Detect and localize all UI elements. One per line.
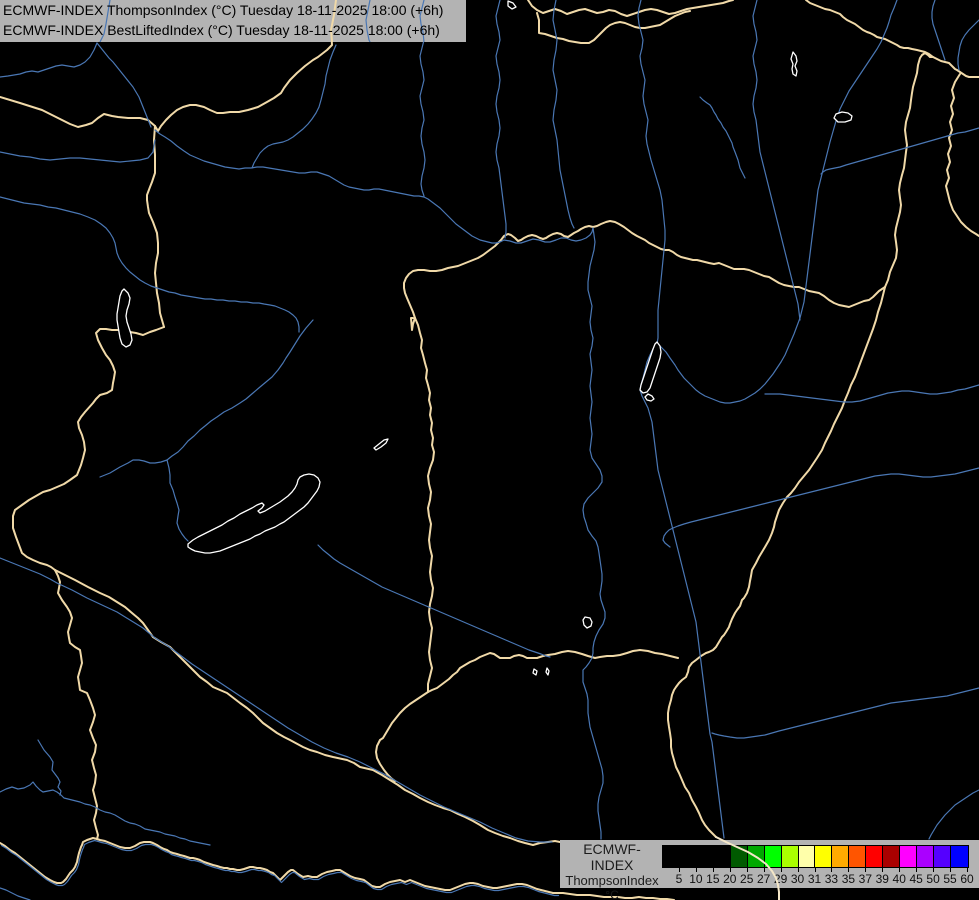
- country-border-path: [528, 0, 733, 16]
- river-path: [821, 128, 979, 174]
- river-path: [0, 43, 97, 77]
- small-lake-outline: [791, 52, 797, 76]
- color-cell: [714, 846, 731, 867]
- country-border-path: [668, 287, 885, 837]
- river-path: [318, 545, 550, 657]
- river-path: [0, 558, 552, 842]
- rivers: [0, 0, 979, 900]
- lake-tisza: [640, 342, 661, 393]
- color-cell: [866, 846, 883, 867]
- lake-neusiedl: [117, 289, 132, 347]
- river-path: [504, 228, 593, 243]
- legend-panel: ECMWF-INDEX ThompsonIndex °C 51015202527…: [560, 840, 979, 888]
- color-cell: [799, 846, 816, 867]
- color-cell: [849, 846, 866, 867]
- river-path: [932, 0, 945, 60]
- country-border-path: [404, 221, 885, 318]
- map-title: ECMWF-INDEX ThompsonIndex (°C) Tuesday 1…: [3, 1, 443, 40]
- small-lake-outline: [374, 439, 388, 450]
- color-cell: [951, 846, 968, 867]
- color-cell: [883, 846, 900, 867]
- color-cell: [815, 846, 832, 867]
- weather-map-screen: ECMWF-INDEX ThompsonIndex (°C) Tuesday 1…: [0, 0, 979, 900]
- color-cell: [900, 846, 917, 867]
- river-path: [958, 20, 979, 70]
- color-cell: [748, 846, 765, 867]
- color-cell: [765, 846, 782, 867]
- small-lake-outline: [645, 394, 654, 401]
- color-cell: [663, 846, 680, 867]
- legend-labels: ECMWF-INDEX ThompsonIndex °C: [562, 841, 662, 900]
- river-path: [700, 97, 745, 178]
- river-path: [38, 740, 61, 795]
- small-lake-outline: [533, 669, 537, 675]
- legend-subtitle: ThompsonIndex: [562, 873, 662, 888]
- country-border-path: [55, 570, 98, 839]
- country-border-path: [411, 318, 434, 692]
- river-path: [753, 0, 800, 320]
- river-path: [167, 460, 188, 541]
- color-scale: [662, 845, 969, 868]
- river-path: [583, 228, 605, 839]
- country-border-path: [376, 650, 678, 781]
- color-cell: [697, 846, 714, 867]
- legend-overlay-line: [0, 0, 979, 900]
- river-path: [496, 0, 506, 238]
- river-path: [640, 344, 724, 838]
- color-cell: [731, 846, 748, 867]
- weather-map: [0, 0, 979, 900]
- country-border-path: [147, 126, 164, 327]
- river-path: [252, 45, 336, 168]
- river-path: [657, 0, 897, 403]
- color-cell: [680, 846, 697, 867]
- river-path: [765, 385, 979, 402]
- river-path: [2, 841, 559, 896]
- small-lake-outline: [583, 617, 592, 628]
- title-line-1: ECMWF-INDEX ThompsonIndex (°C) Tuesday 1…: [3, 1, 443, 21]
- river-path: [0, 782, 210, 845]
- river-path: [929, 790, 979, 839]
- river-path: [0, 197, 299, 332]
- title-line-2: ECMWF-INDEX BestLiftedIndex (°C) Tuesday…: [3, 21, 443, 41]
- scale-tick-label: 60: [954, 872, 979, 886]
- river-path: [100, 320, 313, 477]
- river-path: [663, 468, 979, 547]
- color-cell: [832, 846, 849, 867]
- small-lake-outline: [546, 668, 549, 675]
- country-border-path: [537, 11, 690, 43]
- river-path: [0, 888, 30, 900]
- country-border-path: [0, 838, 557, 893]
- country-border-path: [0, 97, 155, 127]
- color-cell: [934, 846, 951, 867]
- legend-title: ECMWF-INDEX: [562, 841, 662, 873]
- river-path: [553, 0, 574, 228]
- country-border-path: [55, 570, 560, 845]
- country-border-path: [946, 74, 979, 236]
- river-path: [155, 130, 504, 243]
- small-lake-outline: [508, 1, 516, 9]
- country-border-path: [806, 0, 979, 77]
- lakes: [117, 1, 852, 675]
- lake-balaton: [188, 474, 320, 553]
- country-border-path: [885, 53, 933, 287]
- river-path: [0, 140, 155, 162]
- river-path: [97, 43, 151, 127]
- color-cell: [782, 846, 799, 867]
- river-path: [712, 688, 979, 738]
- legend-unit: °C: [562, 888, 662, 900]
- color-cell: [917, 846, 934, 867]
- country-borders: [0, 0, 979, 900]
- small-lake-outline: [834, 112, 852, 122]
- river-path: [638, 0, 665, 344]
- country-border-path: [13, 327, 164, 570]
